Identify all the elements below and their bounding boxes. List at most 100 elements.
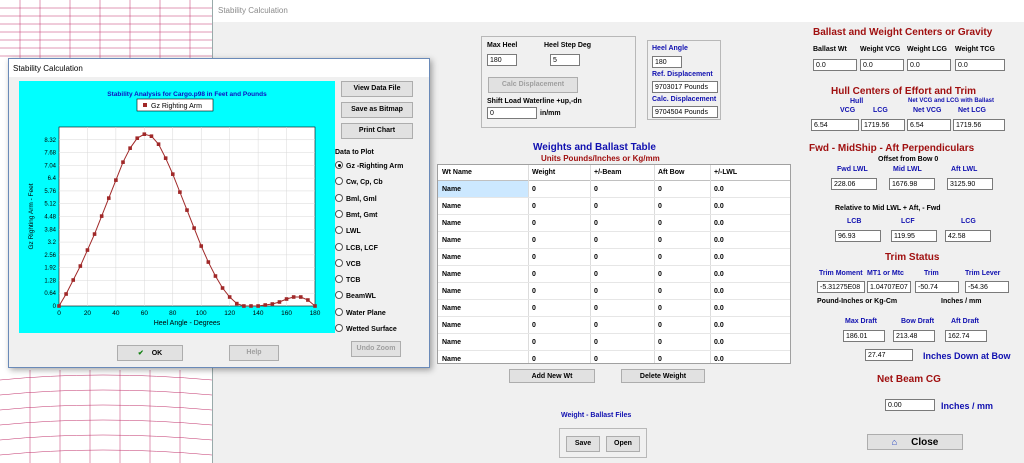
plot-option[interactable]: TCB	[335, 275, 360, 284]
table-cell[interactable]: Name	[442, 220, 461, 227]
radio-icon[interactable]	[335, 226, 343, 235]
table-cell[interactable]: 0.0	[714, 220, 724, 227]
table-cell[interactable]: Name	[442, 339, 461, 346]
table-cell[interactable]: 0	[532, 356, 536, 363]
table-cell[interactable]: 0	[658, 237, 662, 244]
table-row[interactable]: Name 0 0 0 0.0	[438, 334, 790, 351]
undo-zoom-button[interactable]: Undo Zoom	[351, 341, 401, 357]
radio-icon[interactable]	[335, 275, 343, 284]
plot-option[interactable]: Water Plane	[335, 307, 386, 317]
table-cell[interactable]: 0	[594, 237, 598, 244]
help-button[interactable]: Help	[229, 345, 279, 361]
table-row[interactable]: Name 0 0 0 0.0	[438, 283, 790, 300]
ballast-cg-value[interactable]: 0.0	[907, 59, 951, 71]
table-cell[interactable]: Name	[442, 186, 461, 193]
close-button[interactable]: ⌂ Close	[867, 434, 963, 450]
ballast-cg-value[interactable]: 0.0	[860, 59, 904, 71]
table-cell[interactable]: 0	[594, 322, 598, 329]
table-cell[interactable]: Name	[442, 254, 461, 261]
table-cell[interactable]: 0	[532, 305, 536, 312]
heel-step-input[interactable]: 5	[550, 54, 580, 66]
table-cell[interactable]: 0	[658, 305, 662, 312]
table-row[interactable]: Name 0 0 0 0.0	[438, 215, 790, 232]
table-cell[interactable]: 0	[532, 237, 536, 244]
plot-option[interactable]: BeamWL	[335, 291, 376, 300]
open-weights-button[interactable]: Open	[606, 436, 640, 452]
table-cell[interactable]: Name	[442, 203, 461, 210]
weights-table[interactable]: Wt Name Weight +/-Beam Aft Bow +/-LWL Name 0 0 0…	[437, 164, 791, 364]
table-cell[interactable]: Name	[442, 322, 461, 329]
table-cell[interactable]: 0	[594, 220, 598, 227]
table-cell[interactable]: 0.0	[714, 254, 724, 261]
ballast-cg-value[interactable]: 0.0	[813, 59, 857, 71]
delete-weight-button[interactable]: Delete Weight	[621, 369, 705, 383]
radio-icon[interactable]	[335, 209, 343, 218]
ballast-cg-value[interactable]: 0.0	[955, 59, 1005, 71]
table-cell[interactable]: 0.0	[714, 288, 724, 295]
table-cell[interactable]: Name	[442, 271, 461, 278]
plot-option[interactable]: LCB, LCF	[335, 242, 378, 252]
view-data-file-button[interactable]: View Data File	[341, 81, 413, 97]
table-cell[interactable]: 0	[532, 339, 536, 346]
table-cell[interactable]: 0	[658, 322, 662, 329]
table-cell[interactable]: 0	[532, 254, 536, 261]
radio-icon[interactable]	[335, 291, 343, 300]
table-cell[interactable]: 0	[532, 271, 536, 278]
table-cell[interactable]: 0	[532, 220, 536, 227]
max-heel-input[interactable]: 180	[487, 54, 517, 66]
plot-option[interactable]: Cw, Cp, Cb	[335, 177, 383, 186]
table-cell[interactable]: 0	[658, 254, 662, 261]
table-cell[interactable]: 0.0	[714, 186, 724, 193]
radio-icon[interactable]	[335, 307, 343, 316]
table-cell[interactable]: 0	[658, 271, 662, 278]
plot-option[interactable]: Wetted Surface	[335, 324, 397, 333]
table-cell[interactable]: 0	[594, 305, 598, 312]
calc-displacement-button[interactable]: Calc Displacement	[488, 77, 578, 93]
table-row[interactable]: Name 0 0 0 0.0	[438, 181, 790, 198]
table-cell[interactable]: 0.0	[714, 305, 724, 312]
table-cell[interactable]: 0.0	[714, 356, 724, 363]
table-cell[interactable]: 0	[594, 186, 598, 193]
add-new-weight-button[interactable]: Add New Wt	[509, 369, 595, 383]
radio-icon[interactable]	[335, 324, 343, 332]
table-row[interactable]: Name 0 0 0 0.0	[438, 351, 790, 363]
table-cell[interactable]: 0	[594, 356, 598, 363]
table-cell[interactable]: 0	[658, 203, 662, 210]
table-cell[interactable]: 0	[532, 186, 536, 193]
table-cell[interactable]: 0	[658, 288, 662, 295]
plot-option[interactable]: Bmt, Gmt	[335, 209, 378, 219]
plot-option[interactable]: VCB	[335, 258, 361, 268]
radio-icon[interactable]	[335, 193, 343, 202]
save-weights-button[interactable]: Save	[566, 436, 600, 452]
radio-icon[interactable]	[335, 161, 343, 169]
save-as-bitmap-button[interactable]: Save as Bitmap	[341, 102, 413, 118]
table-row[interactable]: Name 0 0 0 0.0	[438, 317, 790, 334]
table-cell[interactable]: 0	[532, 322, 536, 329]
table-cell[interactable]: 0	[658, 356, 662, 363]
plot-option[interactable]: LWL	[335, 226, 361, 235]
table-cell[interactable]: Name	[442, 288, 461, 295]
ok-button[interactable]: ✔ OK	[117, 345, 183, 361]
table-cell[interactable]: 0	[532, 288, 536, 295]
shift-waterline-input[interactable]: 0	[487, 107, 537, 119]
table-cell[interactable]: 0.0	[714, 339, 724, 346]
heel-angle-input[interactable]: 180	[652, 56, 682, 68]
table-cell[interactable]: 0.0	[714, 203, 724, 210]
plot-option[interactable]: Gz -Righting Arm	[335, 161, 403, 170]
table-row[interactable]: Name 0 0 0 0.0	[438, 249, 790, 266]
stability-chart[interactable]: Stability Analysis for Cargo.p98 in Feet…	[19, 81, 335, 333]
table-cell[interactable]: 0	[594, 271, 598, 278]
radio-icon[interactable]	[335, 177, 343, 186]
table-cell[interactable]: 0	[594, 288, 598, 295]
table-cell[interactable]: 0.0	[714, 322, 724, 329]
table-cell[interactable]: 0	[658, 339, 662, 346]
table-cell[interactable]: 0	[594, 254, 598, 261]
table-cell[interactable]: 0	[658, 220, 662, 227]
table-cell[interactable]: 0.0	[714, 237, 724, 244]
table-row[interactable]: Name 0 0 0 0.0	[438, 300, 790, 317]
table-row[interactable]: Name 0 0 0 0.0	[438, 232, 790, 249]
print-chart-button[interactable]: Print Chart	[341, 123, 413, 139]
table-row[interactable]: Name 0 0 0 0.0	[438, 198, 790, 215]
table-cell[interactable]: Name	[442, 237, 461, 244]
table-cell[interactable]: Name	[442, 356, 461, 363]
